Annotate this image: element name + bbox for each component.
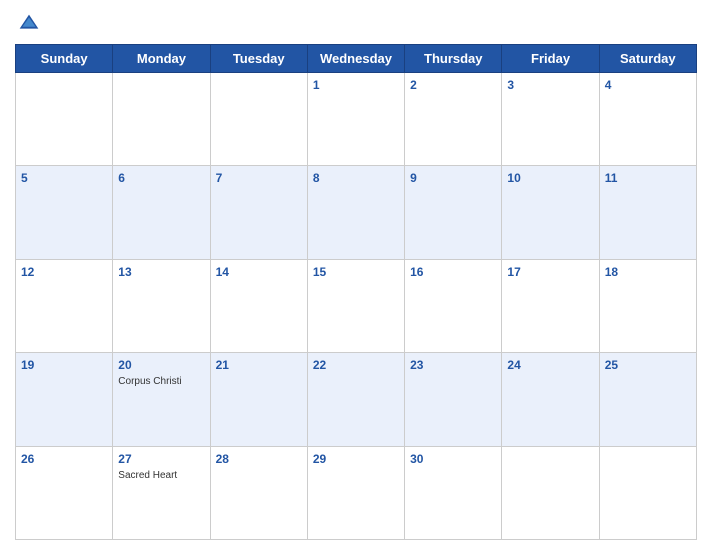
calendar-cell: 14 — [210, 259, 307, 352]
day-number: 2 — [410, 78, 417, 92]
calendar-cell: 11 — [599, 166, 696, 259]
day-number: 21 — [216, 358, 229, 372]
day-number: 4 — [605, 78, 612, 92]
day-number: 23 — [410, 358, 423, 372]
day-number: 12 — [21, 265, 34, 279]
calendar-cell: 30 — [405, 446, 502, 539]
calendar-cell: 6 — [113, 166, 210, 259]
day-number: 25 — [605, 358, 618, 372]
calendar-cell: 28 — [210, 446, 307, 539]
holiday-label: Corpus Christi — [118, 376, 204, 387]
calendar-cell: 9 — [405, 166, 502, 259]
day-number: 26 — [21, 452, 34, 466]
day-number: 19 — [21, 358, 34, 372]
day-number: 22 — [313, 358, 326, 372]
calendar-cell: 20 Corpus Christi — [113, 353, 210, 446]
calendar-cell — [502, 446, 599, 539]
day-number: 20 — [118, 358, 131, 372]
weekday-tuesday: Tuesday — [210, 45, 307, 73]
day-number: 1 — [313, 78, 320, 92]
day-number: 3 — [507, 78, 514, 92]
week-row-5: 26 27 Sacred Heart 28 29 30 — [16, 446, 697, 539]
day-number: 5 — [21, 171, 28, 185]
day-number: 29 — [313, 452, 326, 466]
day-number: 9 — [410, 171, 417, 185]
calendar-cell: 21 — [210, 353, 307, 446]
calendar-cell: 19 — [16, 353, 113, 446]
weekday-sunday: Sunday — [16, 45, 113, 73]
day-number: 7 — [216, 171, 223, 185]
day-number: 27 — [118, 452, 131, 466]
day-number: 17 — [507, 265, 520, 279]
weekday-friday: Friday — [502, 45, 599, 73]
week-row-1: 1 2 3 4 — [16, 73, 697, 166]
day-number: 13 — [118, 265, 131, 279]
calendar-cell: 29 — [307, 446, 404, 539]
calendar-cell: 17 — [502, 259, 599, 352]
weekday-saturday: Saturday — [599, 45, 696, 73]
weekday-header-row: SundayMondayTuesdayWednesdayThursdayFrid… — [16, 45, 697, 73]
calendar-cell: 12 — [16, 259, 113, 352]
calendar-cell: 13 — [113, 259, 210, 352]
calendar-cell: 4 — [599, 73, 696, 166]
calendar-table: SundayMondayTuesdayWednesdayThursdayFrid… — [15, 44, 697, 540]
calendar-cell — [210, 73, 307, 166]
calendar-cell: 25 — [599, 353, 696, 446]
calendar-cell: 27 Sacred Heart — [113, 446, 210, 539]
weekday-wednesday: Wednesday — [307, 45, 404, 73]
calendar-cell: 16 — [405, 259, 502, 352]
calendar-cell: 15 — [307, 259, 404, 352]
calendar-cell: 3 — [502, 73, 599, 166]
weekday-monday: Monday — [113, 45, 210, 73]
calendar-cell: 8 — [307, 166, 404, 259]
weekday-thursday: Thursday — [405, 45, 502, 73]
calendar-cell — [16, 73, 113, 166]
day-number: 24 — [507, 358, 520, 372]
logo-bird-icon — [15, 10, 43, 38]
week-row-4: 19 20 Corpus Christi 21 22 23 24 25 — [16, 353, 697, 446]
calendar-cell: 1 — [307, 73, 404, 166]
calendar-cell: 23 — [405, 353, 502, 446]
calendar-cell — [599, 446, 696, 539]
day-number: 16 — [410, 265, 423, 279]
day-number: 14 — [216, 265, 229, 279]
calendar-cell: 5 — [16, 166, 113, 259]
calendar-cell: 26 — [16, 446, 113, 539]
week-row-3: 12 13 14 15 16 17 18 — [16, 259, 697, 352]
day-number: 18 — [605, 265, 618, 279]
calendar-cell: 18 — [599, 259, 696, 352]
day-number: 15 — [313, 265, 326, 279]
calendar-cell: 7 — [210, 166, 307, 259]
day-number: 28 — [216, 452, 229, 466]
day-number: 6 — [118, 171, 125, 185]
calendar-cell: 22 — [307, 353, 404, 446]
week-row-2: 5 6 7 8 9 10 11 — [16, 166, 697, 259]
calendar-header — [15, 10, 697, 38]
logo — [15, 10, 47, 38]
calendar-cell: 10 — [502, 166, 599, 259]
day-number: 11 — [605, 171, 618, 185]
day-number: 10 — [507, 171, 520, 185]
calendar-cell: 2 — [405, 73, 502, 166]
calendar-cell — [113, 73, 210, 166]
day-number: 30 — [410, 452, 423, 466]
day-number: 8 — [313, 171, 320, 185]
calendar-cell: 24 — [502, 353, 599, 446]
holiday-label: Sacred Heart — [118, 470, 204, 481]
